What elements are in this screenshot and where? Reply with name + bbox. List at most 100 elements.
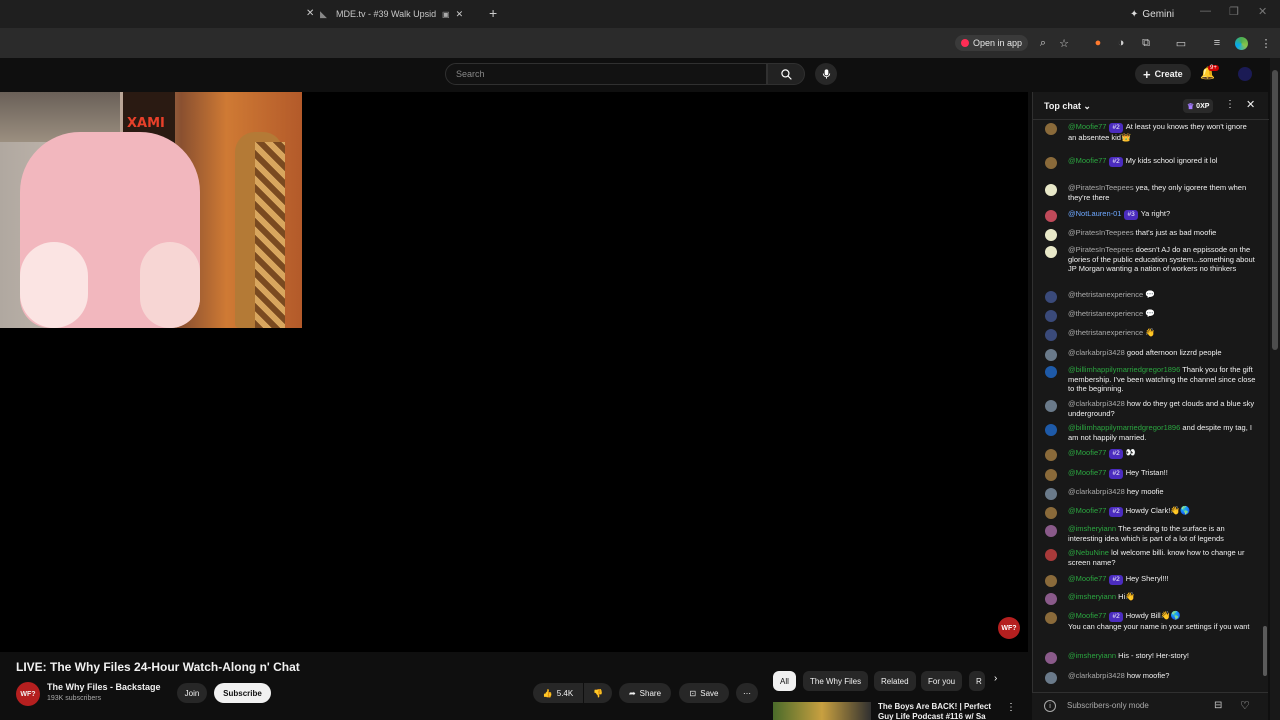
like-button[interactable]: 👍 5.4K <box>533 683 583 703</box>
channel-name[interactable]: The Why Files - Backstage <box>47 682 161 692</box>
channel-avatar[interactable]: WF? <box>16 682 40 706</box>
chat-author-avatar[interactable] <box>1045 157 1057 169</box>
share-button[interactable]: ➦ Share <box>619 683 671 703</box>
recommended-title[interactable]: The Boys Are BACK! | Perfect Guy Life Po… <box>878 702 998 720</box>
chat-author-avatar[interactable] <box>1045 612 1057 624</box>
chat-author-name[interactable]: @thetristanexperience <box>1068 309 1143 318</box>
chevron-right-icon[interactable]: › <box>994 673 997 684</box>
chat-author-avatar[interactable] <box>1045 291 1057 303</box>
more-vertical-icon[interactable]: ⋮ <box>1006 702 1016 713</box>
new-tab-icon[interactable]: + <box>489 5 497 21</box>
chat-author-avatar[interactable] <box>1045 469 1057 481</box>
chat-author-avatar[interactable] <box>1045 575 1057 587</box>
open-in-app-button[interactable]: Open in app <box>955 35 1029 51</box>
chat-author-name[interactable]: @Moofie77 <box>1068 122 1106 131</box>
window-close-icon[interactable]: ✕ <box>1258 5 1267 18</box>
extension-icon[interactable]: ● <box>1090 35 1106 51</box>
chat-author-avatar[interactable] <box>1045 449 1057 461</box>
chat-menu-icon[interactable]: ⋮ <box>1225 99 1235 110</box>
extension2-icon[interactable]: ◑ <box>1113 35 1129 51</box>
chat-author-avatar[interactable] <box>1045 184 1057 196</box>
chat-author-name[interactable]: @imsheryiann <box>1068 592 1116 601</box>
chat-author-avatar[interactable] <box>1045 210 1057 222</box>
save-button[interactable]: ⊡ Save <box>679 683 729 703</box>
chat-author-avatar[interactable] <box>1045 246 1057 258</box>
close-tab-icon[interactable]: ✕ <box>306 8 314 19</box>
chat-author-avatar[interactable] <box>1045 672 1057 684</box>
chat-author-name[interactable]: @clarkabrpi3428 <box>1068 671 1125 680</box>
top-chat-dropdown[interactable]: Top chat ⌄ <box>1044 101 1091 112</box>
extensions-puzzle-icon[interactable]: ⧉ <box>1138 35 1154 51</box>
chat-author-name[interactable]: @Moofie77 <box>1068 506 1106 515</box>
heart-reaction-icon[interactable]: ♡ <box>1240 699 1250 712</box>
media-controls-icon[interactable]: ≡ <box>1209 35 1225 51</box>
tab-media-icon[interactable]: ▣ <box>442 10 450 19</box>
chat-author-name[interactable]: @clarkabrpi3428 <box>1068 487 1125 496</box>
chat-author-name[interactable]: @PiratesInTeepees <box>1068 228 1134 237</box>
join-button[interactable]: Join <box>177 683 207 703</box>
chat-author-name[interactable]: @Moofie77 <box>1068 611 1106 620</box>
chat-author-name[interactable]: @Moofie77 <box>1068 156 1106 165</box>
chat-author-name[interactable]: @Moofie77 <box>1068 448 1106 457</box>
video-player[interactable]: XAMI <box>0 92 1028 652</box>
more-actions-button[interactable]: ⋯ <box>736 683 758 703</box>
chat-author-name[interactable]: @PiratesInTeepees <box>1068 183 1134 192</box>
chat-author-avatar[interactable] <box>1045 652 1057 664</box>
bookmark-star-icon[interactable]: ☆ <box>1056 35 1072 51</box>
dislike-button[interactable]: 👎 <box>584 683 612 703</box>
profile-icon[interactable] <box>1233 35 1249 51</box>
maximize-icon[interactable]: ❐ <box>1229 5 1239 18</box>
chat-author-name[interactable]: @clarkabrpi3428 <box>1068 399 1125 408</box>
chat-author-name[interactable]: @imsheryiann <box>1068 651 1116 660</box>
user-avatar[interactable] <box>1238 67 1252 81</box>
chat-author-avatar[interactable] <box>1045 488 1057 500</box>
chat-author-name[interactable]: @clarkabrpi3428 <box>1068 348 1125 357</box>
create-button[interactable]: + Create <box>1135 64 1191 84</box>
chat-author-avatar[interactable] <box>1045 507 1057 519</box>
chat-author-name[interactable]: @billimhappilymarriedgregor1896 <box>1068 423 1180 432</box>
minimize-icon[interactable]: — <box>1200 5 1211 17</box>
info-icon[interactable]: i <box>1044 700 1056 712</box>
chip-more[interactable]: R <box>969 671 985 691</box>
close-chat-icon[interactable]: ✕ <box>1246 98 1255 111</box>
recommended-thumbnail[interactable] <box>773 702 871 720</box>
chat-author-avatar[interactable] <box>1045 329 1057 341</box>
browser-menu-icon[interactable]: ⋮ <box>1258 35 1274 51</box>
chat-author-name[interactable]: @billimhappilymarriedgregor1896 <box>1068 365 1180 374</box>
chat-author-avatar[interactable] <box>1045 593 1057 605</box>
channel-watermark[interactable]: WF? <box>998 617 1020 639</box>
chat-author-avatar[interactable] <box>1045 123 1057 135</box>
subscribe-button[interactable]: Subscribe <box>214 683 271 703</box>
chat-author-name[interactable]: @thetristanexperience <box>1068 328 1143 337</box>
page-scrollbar[interactable] <box>1272 70 1278 350</box>
chat-author-name[interactable]: @PiratesInTeepees <box>1068 245 1134 254</box>
chat-scrollbar[interactable] <box>1263 626 1267 676</box>
chat-author-name[interactable]: @NotLauren-01 <box>1068 209 1121 218</box>
search-input[interactable]: Search <box>445 63 767 85</box>
chip-all[interactable]: All <box>773 671 796 691</box>
chat-author-name[interactable]: @Moofie77 <box>1068 574 1106 583</box>
browser-tab[interactable]: ◣ MDE.tv - #39 Walk Upside ▣ ✕ <box>320 3 470 25</box>
chat-author-avatar[interactable] <box>1045 400 1057 412</box>
chip-related[interactable]: Related <box>874 671 916 691</box>
gemini-button[interactable]: ✦ Gemini <box>1122 5 1182 23</box>
chat-author-avatar[interactable] <box>1045 549 1057 561</box>
chip-for-you[interactable]: For you <box>921 671 963 691</box>
search-button[interactable] <box>767 63 805 85</box>
chat-author-avatar[interactable] <box>1045 366 1057 378</box>
chat-author-avatar[interactable] <box>1045 349 1057 361</box>
zoom-icon[interactable]: ⌕ <box>1035 35 1051 51</box>
chat-fullscreen-icon[interactable]: ⊟ <box>1214 700 1222 711</box>
chat-author-avatar[interactable] <box>1045 424 1057 436</box>
chip-the-why-files[interactable]: The Why Files <box>803 671 869 691</box>
chat-author-name[interactable]: @thetristanexperience <box>1068 290 1143 299</box>
chat-author-avatar[interactable] <box>1045 229 1057 241</box>
voice-search-button[interactable] <box>815 63 837 85</box>
cast-icon[interactable]: ▭ <box>1173 35 1189 51</box>
chat-author-name[interactable]: @Moofie77 <box>1068 468 1106 477</box>
chat-author-avatar[interactable] <box>1045 310 1057 322</box>
chat-author-name[interactable]: @imsheryiann <box>1068 524 1116 533</box>
tab-close-icon[interactable]: ✕ <box>456 9 464 20</box>
xp-badge[interactable]: ♛ 0XP <box>1183 99 1214 113</box>
chat-author-name[interactable]: @NebuNine <box>1068 548 1109 557</box>
